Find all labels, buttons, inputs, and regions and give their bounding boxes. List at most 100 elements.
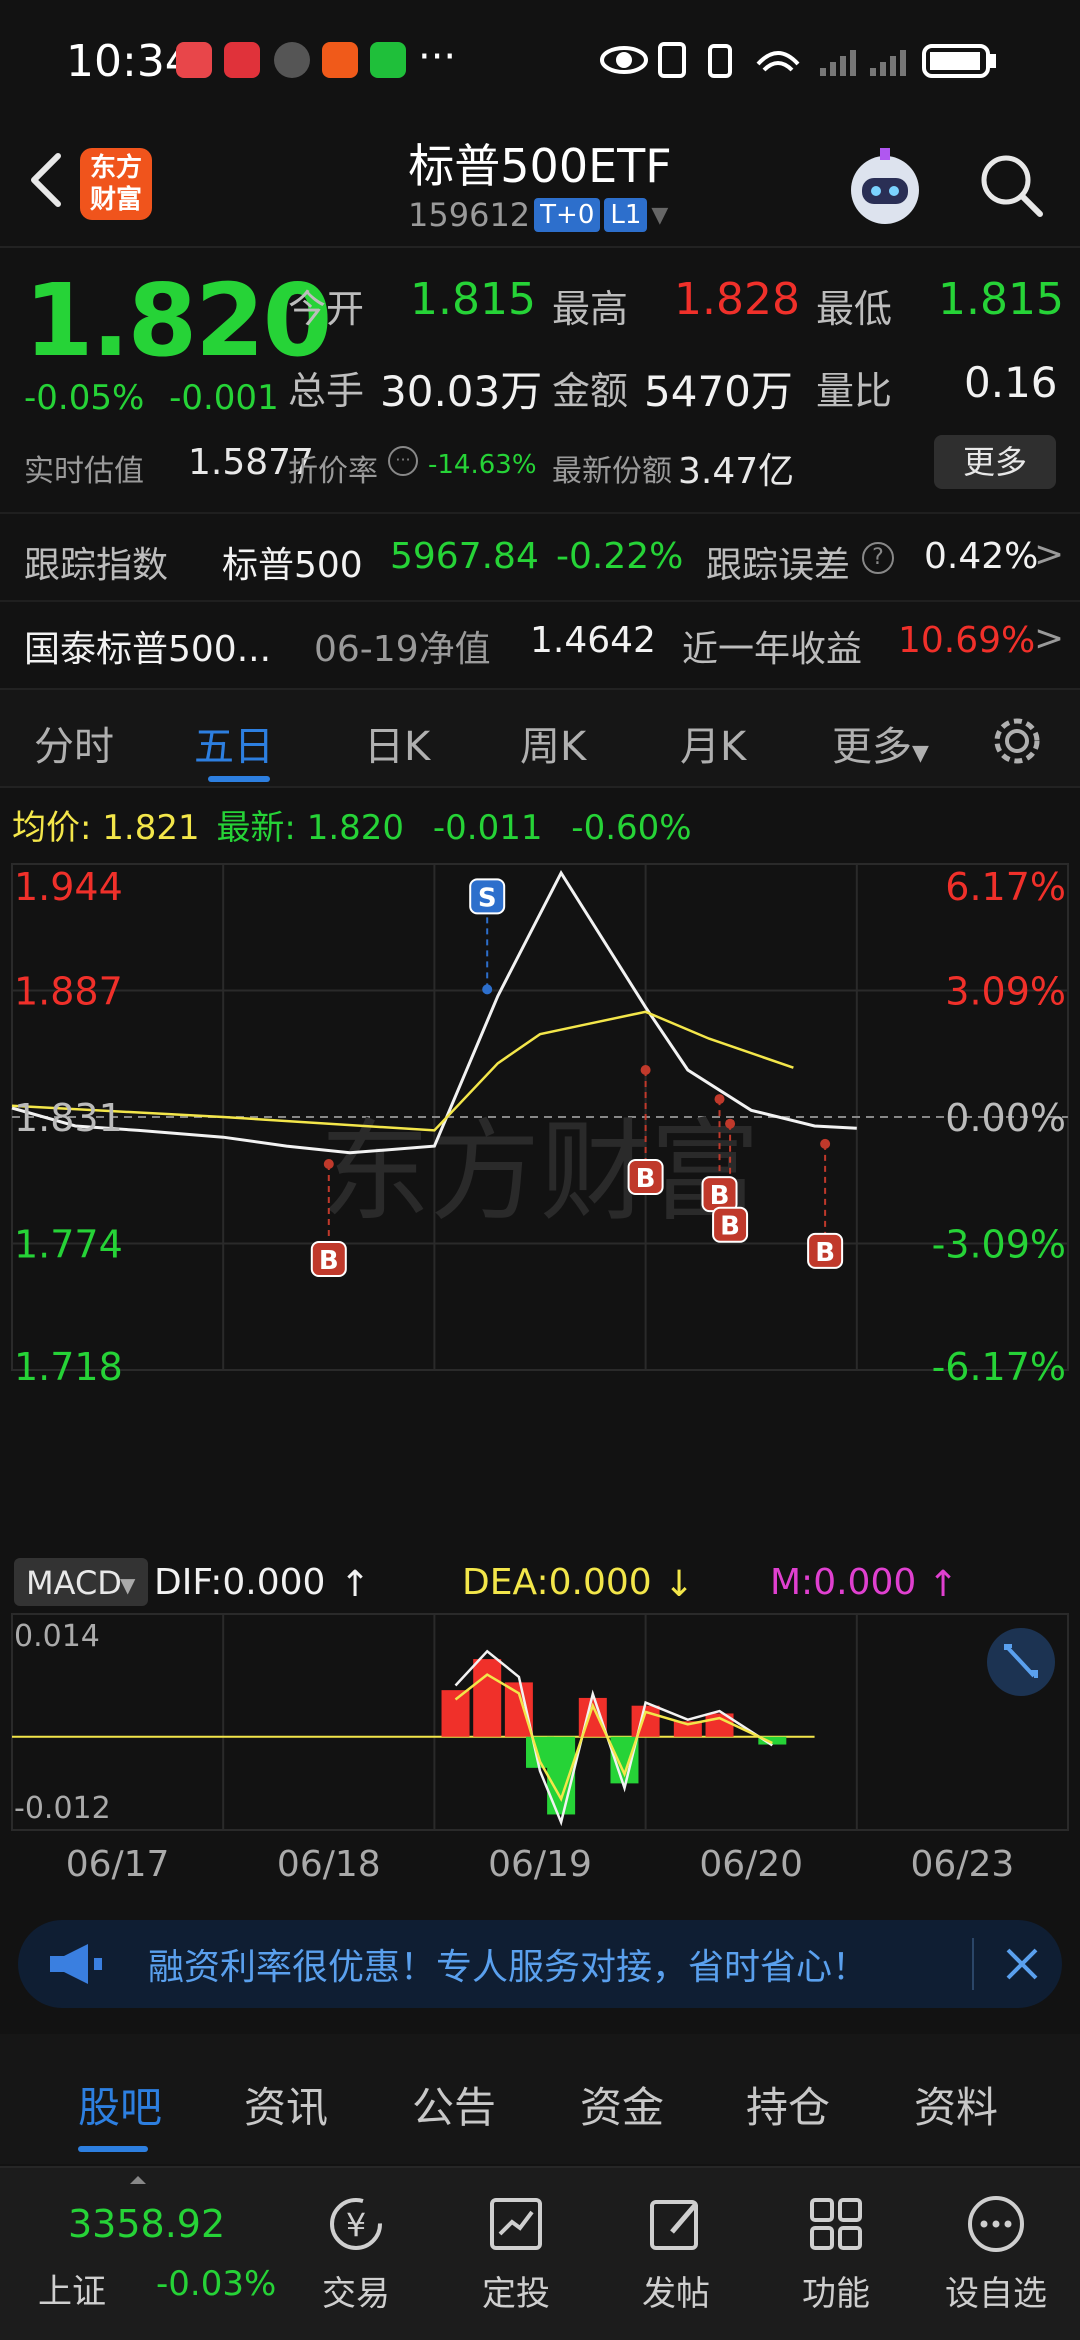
tracking-error-value: 0.42%: [924, 536, 1039, 577]
year-return-label: 近一年收益: [682, 629, 863, 670]
macd-m: M:0.000: [770, 1562, 916, 1603]
robot-assistant-icon[interactable]: [840, 142, 930, 232]
search-icon[interactable]: [976, 150, 1046, 220]
info-icon[interactable]: ···: [388, 446, 418, 476]
chevron-right-icon[interactable]: >: [1034, 534, 1064, 575]
x-date-label: 06/17: [66, 1844, 170, 1885]
header: 东方 财富 标普500ETF 159612 T+0 L1 ▼: [0, 120, 1080, 248]
system-status-icons: [600, 42, 996, 78]
y-label-right: -6.17%: [932, 1345, 1066, 1389]
tab-weekly-k[interactable]: 周K: [520, 714, 586, 772]
marker-label: S: [478, 883, 497, 913]
nav-invest-plan[interactable]: 定投: [436, 2168, 596, 2340]
year-return-value: 10.69%: [898, 620, 1036, 661]
chart-tabs: 分时 五日 日K 周K 月K 更多▼: [0, 688, 1080, 788]
nav-add-watchlist[interactable]: 设自选: [916, 2168, 1076, 2340]
price-change: -0.05% -0.001: [24, 378, 279, 418]
promo-text: 融资利率很优惠！专人服务对接，省时省心！: [148, 1947, 869, 1988]
tab-daily-k[interactable]: 日K: [364, 714, 430, 772]
index-value: 3358.92: [68, 2202, 226, 2246]
wechat-app-icon: [370, 42, 406, 78]
marker-dot: [820, 1138, 831, 1149]
volume-label: 总手: [288, 369, 365, 413]
macd-bar-positive: [473, 1659, 502, 1737]
close-icon[interactable]: [1002, 1944, 1042, 1984]
divider: [0, 600, 1080, 602]
macd-selector-label: MACD: [26, 1564, 122, 1602]
chart-grid: [11, 863, 1069, 1831]
svg-text:¥: ¥: [346, 2206, 366, 2244]
marker-label: B: [636, 1164, 656, 1194]
send-app-icon: [322, 42, 358, 78]
marker-label: B: [720, 1212, 740, 1242]
up-arrow-icon: ↑: [340, 1564, 370, 1605]
marker-dot: [640, 1064, 651, 1075]
shares-label: 最新份额: [552, 454, 672, 489]
chevron-right-icon[interactable]: >: [1034, 618, 1064, 659]
x-axis-labels: 06/17 06/18 06/19 06/20 06/23: [66, 1844, 1015, 1885]
index-ticker[interactable]: 3358.92 上证 -0.03%: [30, 2168, 290, 2340]
megaphone-icon: [50, 1944, 102, 1984]
macd-frame: [11, 1613, 1069, 1831]
shares-value: 3.47亿: [678, 451, 795, 492]
divider: [972, 1938, 974, 1990]
more-circle-icon: [968, 2196, 1024, 2252]
tab-intraday[interactable]: 分时: [34, 714, 114, 772]
down-arrow-icon: ↓: [664, 1564, 694, 1605]
help-icon[interactable]: ?: [862, 542, 894, 574]
tab-holdings[interactable]: 持仓: [746, 2074, 830, 2135]
price-summary-line: 均价: 1.821 最新: 1.820 -0.011 -0.60%: [12, 808, 692, 848]
edit-icon: [650, 2200, 698, 2250]
promo-banner[interactable]: 融资利率很优惠！专人服务对接，省时省心！: [18, 1920, 1062, 2008]
more-button[interactable]: 更多: [934, 435, 1056, 489]
tab-more[interactable]: 更多▼: [832, 714, 929, 772]
nav-trade[interactable]: ¥ 交易: [276, 2168, 436, 2340]
status-time: 10:34: [66, 36, 193, 87]
tracking-index-value: 5967.84: [390, 536, 539, 577]
tab-five-day[interactable]: 五日: [194, 714, 274, 772]
high-label: 最高: [552, 287, 629, 331]
chevron-down-icon: ▼: [651, 202, 669, 228]
bottom-nav: 3358.92 上证 -0.03% ¥ 交易 定投 发帖 功能 设自选: [0, 2166, 1080, 2340]
macd-bar-positive: [441, 1690, 470, 1737]
tab-profile[interactable]: 资料: [914, 2074, 998, 2135]
amount-value: 5470万: [644, 367, 793, 416]
macd-ymax: 0.014: [14, 1619, 100, 1654]
macd-bar-negative: [547, 1736, 576, 1815]
discount-value: -14.63%: [428, 450, 537, 480]
nav-value: 1.4642: [530, 620, 656, 661]
stock-code: 159612: [408, 196, 531, 234]
level1-badge: L1: [604, 198, 648, 232]
five-day-chart[interactable]: 东方财富 BSBBBB 1.9441.8871.8311.7741.7186.1…: [0, 850, 1080, 1890]
index-pct: -0.03%: [156, 2264, 277, 2304]
y-label-right: 3.09%: [945, 970, 1066, 1014]
nav-post[interactable]: 发帖: [596, 2168, 756, 2340]
y-label-left: 1.887: [14, 970, 123, 1014]
current-price: 1.820: [24, 262, 332, 379]
tab-monthly-k[interactable]: 月K: [680, 714, 746, 772]
settings-gear-icon[interactable]: [990, 714, 1044, 768]
active-tab-indicator: [78, 2146, 148, 2152]
active-tab-indicator: [208, 776, 270, 782]
marker-label: B: [815, 1238, 835, 1268]
tab-announcements[interactable]: 公告: [412, 2074, 496, 2135]
discount-label: 折价率: [288, 454, 378, 489]
tracking-index-name[interactable]: 标普500: [222, 536, 363, 588]
fund-name[interactable]: 国泰标普500...: [24, 620, 271, 672]
news-tabs: 股吧 资讯 公告 资金 持仓 资料: [0, 2034, 1080, 2164]
book-app-icon: [176, 42, 212, 78]
macd-histogram: [12, 1649, 815, 1827]
x-date-label: 06/19: [488, 1844, 592, 1885]
up-arrow-icon: ↑: [928, 1564, 958, 1605]
estimate-label: 实时估值: [24, 454, 144, 489]
tab-news[interactable]: 资讯: [244, 2074, 328, 2135]
tab-guba[interactable]: 股吧: [78, 2074, 162, 2135]
y-label-right: 0.00%: [945, 1096, 1066, 1140]
tab-funds[interactable]: 资金: [580, 2074, 664, 2135]
caret-up-icon: [130, 2176, 146, 2184]
tracking-index-pct: -0.22%: [556, 536, 684, 577]
nav-functions[interactable]: 功能: [756, 2168, 916, 2340]
y-label-left: 1.774: [14, 1223, 123, 1267]
stock-code-row[interactable]: 159612 T+0 L1 ▼: [408, 196, 668, 234]
y-label-right: -3.09%: [932, 1223, 1066, 1267]
